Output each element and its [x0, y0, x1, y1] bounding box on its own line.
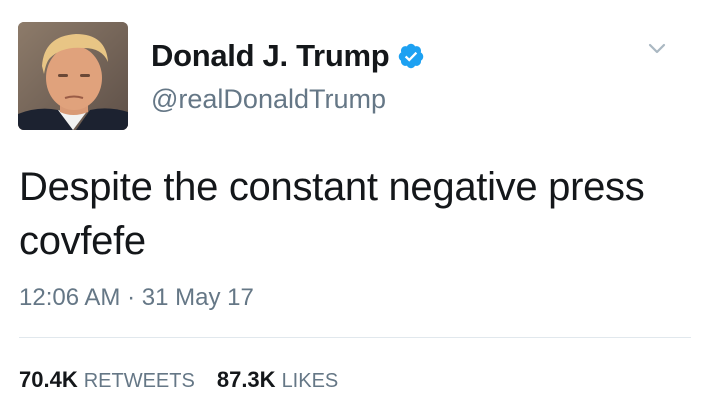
author-name-row: Donald J. Trump [151, 38, 425, 74]
author-display-name[interactable]: Donald J. Trump [151, 38, 390, 74]
retweets-count: 70.4K [19, 367, 78, 392]
chevron-down-icon[interactable] [646, 38, 668, 60]
tweet-stats: 70.4K RETWEETS 87.3K LIKES [19, 367, 338, 393]
timestamp-separator: · [127, 284, 136, 311]
avatar[interactable] [18, 22, 128, 130]
retweets-stat[interactable]: 70.4K RETWEETS [19, 367, 195, 393]
likes-label: LIKES [281, 370, 339, 392]
verified-badge-icon [399, 43, 424, 69]
author-handle[interactable]: @realDonaldTrump [151, 84, 386, 115]
tweet-time: 12:06 AM [19, 284, 121, 311]
tweet-text: Despite the constant negative press covf… [19, 165, 645, 263]
likes-count: 87.3K [216, 367, 276, 392]
likes-stat[interactable]: 87.3K LIKES [217, 367, 338, 393]
divider [19, 337, 691, 338]
tweet-timestamp[interactable]: 12:06 AM · 31 May 17 [19, 284, 254, 312]
avatar-image [18, 22, 128, 130]
tweet-date: 31 May 17 [141, 284, 254, 311]
retweets-label: RETWEETS [83, 370, 195, 392]
